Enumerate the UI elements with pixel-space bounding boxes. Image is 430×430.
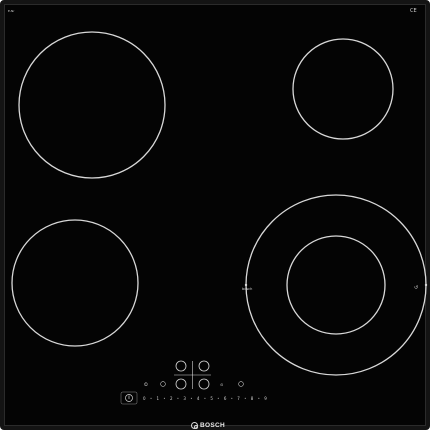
- power-level-separator: •: [190, 396, 193, 401]
- power-level-7[interactable]: 7: [237, 397, 240, 401]
- power-level-separator: •: [244, 396, 247, 401]
- power-level-1[interactable]: 1: [156, 397, 159, 401]
- power-level-separator: •: [149, 396, 153, 401]
- timer-icon[interactable]: [160, 381, 166, 387]
- power-level-separator: •: [230, 396, 233, 401]
- power-level-slider[interactable]: 0 • 1 • 2 • 3 • 4 • 5 • 6 • 7 • 8 • 9: [143, 395, 267, 403]
- zone-select-back-right[interactable]: [198, 360, 210, 372]
- zone-back-right-ring: [292, 38, 394, 140]
- power-level-2[interactable]: 2: [170, 397, 173, 401]
- dual-zone-symbol: ↺: [414, 285, 419, 291]
- power-level-4[interactable]: 4: [197, 397, 200, 401]
- power-level-separator: •: [257, 396, 260, 401]
- power-level-separator: •: [217, 396, 220, 401]
- power-level-separator: •: [163, 396, 166, 401]
- brand-name: BOSCH: [200, 422, 225, 429]
- power-level-8[interactable]: 8: [251, 397, 254, 401]
- zone-select-back-left[interactable]: [175, 360, 187, 372]
- power-level-separator: •: [203, 396, 207, 401]
- power-level-separator: •: [176, 396, 180, 401]
- dual-zone-control-symbol: ⊙: [220, 382, 224, 387]
- certification-marks: CE: [410, 8, 417, 14]
- bosch-logo-icon: [191, 422, 198, 429]
- power-level-6[interactable]: 6: [224, 397, 227, 401]
- power-level-0[interactable]: 0: [143, 397, 146, 401]
- cooktop-glass-panel: E-Nr CE bosch ↺ ⏲ ⊙ 0 • 1 • 2 • 3 • 4 • …: [0, 0, 430, 430]
- cooktop-markings: [11, 31, 428, 405]
- zone-front-right-inner-ring: [286, 235, 386, 335]
- zone-selector-controls: [174, 360, 211, 390]
- dual-zone-marker-left: [244, 283, 248, 287]
- zone-back-left-ring: [18, 31, 166, 179]
- model-small-print: E-Nr: [8, 9, 15, 13]
- power-level-3[interactable]: 3: [183, 397, 186, 401]
- zone-front-left-ring: [11, 219, 139, 347]
- zone-front-right-outer-ring: [245, 194, 427, 376]
- dual-zone-outer-label: bosch: [242, 287, 253, 291]
- lock-icon[interactable]: [238, 381, 244, 387]
- zone-select-front-right[interactable]: [198, 378, 210, 390]
- power-level-5[interactable]: 5: [210, 397, 213, 401]
- timer-symbol: ⏲: [144, 382, 148, 388]
- dual-zone-marker-right: [424, 283, 428, 287]
- power-level-9[interactable]: 9: [264, 397, 267, 401]
- zone-select-front-left[interactable]: [175, 378, 187, 390]
